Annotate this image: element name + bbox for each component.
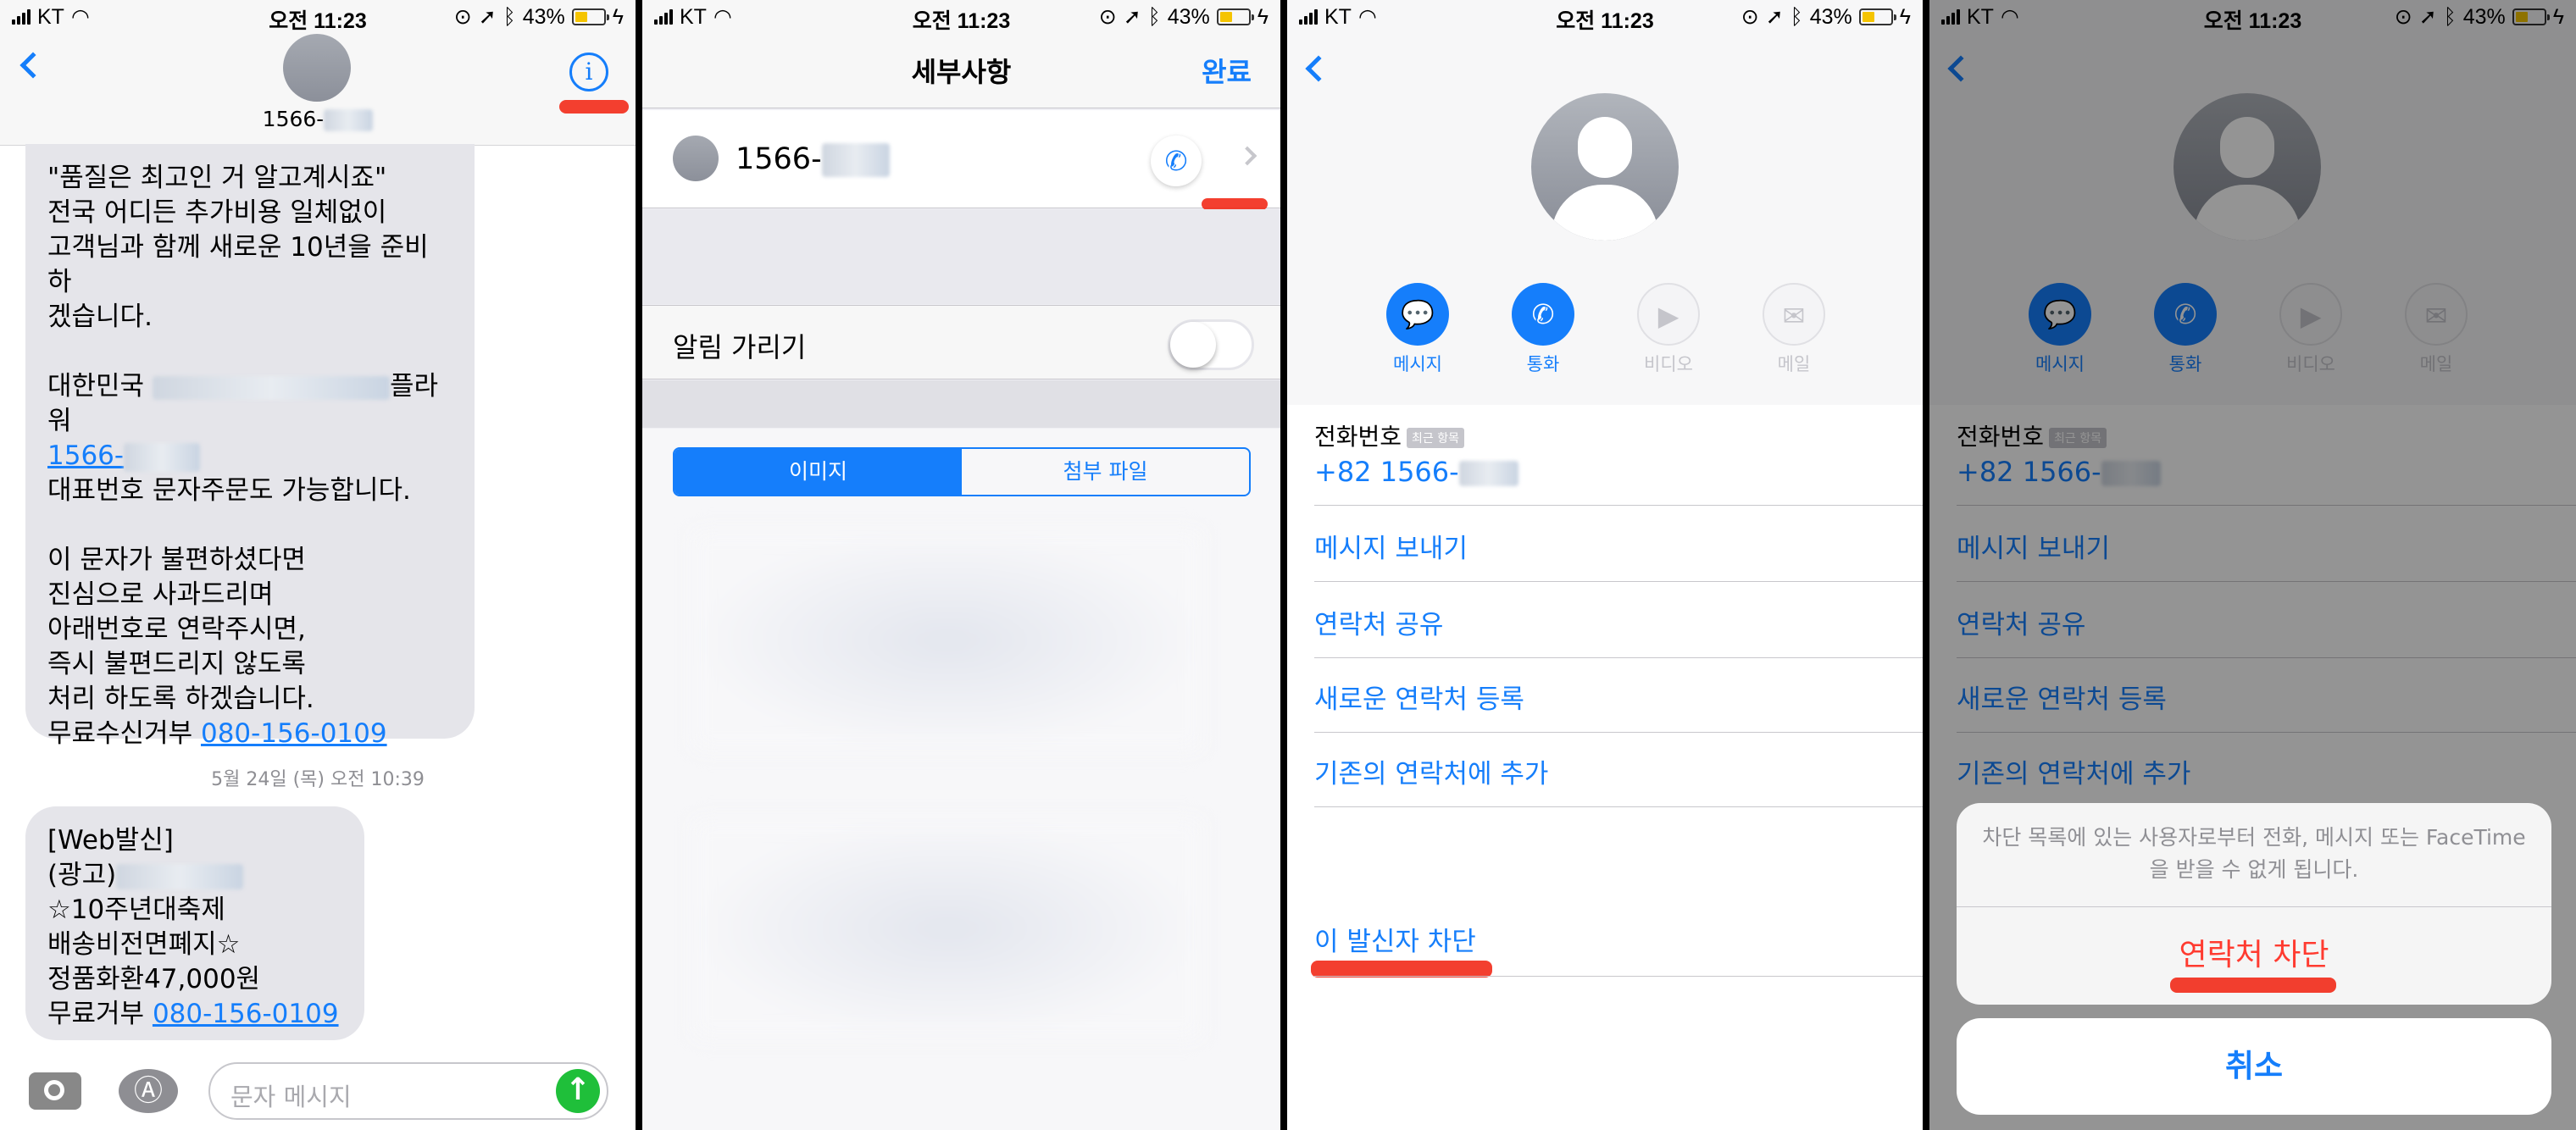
hide-alerts-row: 알림 가리기: [642, 305, 1280, 379]
battery-percent: 43%: [1167, 4, 1210, 29]
contact-header: KT ◠ 오전 11:23 ⊙ ➚ ᛒ 43% ϟ 💬 메시지 ✆ 통화 ▶ 비디오 ✉ 메일: [1287, 0, 1923, 405]
hide-alerts-label: 알림 가리기: [673, 331, 807, 363]
message-bubble: [Web발신] (광고) ☆10주년대축제 배송비전면폐지☆ 정품화환47,00…: [25, 806, 364, 1040]
segment-images[interactable]: 이미지: [675, 449, 962, 495]
contact-row[interactable]: 1566- ✆: [642, 110, 1280, 210]
optout-phone-link[interactable]: 080-156-0109: [201, 718, 387, 749]
segment-attachments[interactable]: 첨부 파일: [962, 449, 1249, 495]
battery-icon: [571, 8, 609, 25]
message-input-bar: Ⓐ 문자 메시지 ↑: [0, 1050, 636, 1130]
block-warning-message: 차단 목록에 있는 사용자로부터 전화, 메시지 또는 FaceTime을 받을…: [1982, 825, 2526, 882]
block-confirmation-screen: KT ◠ 오전 11:23 ⊙ ➚ ᛒ 43% ϟ 💬 메시지 ✆ 통화 ▶ 비디오 ✉ 메일 전…: [1929, 0, 2576, 1130]
bluetooth-icon: ᛒ: [502, 4, 516, 29]
conversation-title[interactable]: 1566-: [0, 107, 636, 131]
contact-avatar[interactable]: [283, 34, 351, 102]
orientation-lock-icon: ⊙: [1740, 5, 1759, 29]
contact-number: 1566-: [736, 142, 822, 176]
message-timestamp: 5월 24일 (목) 오전 10:39: [211, 769, 425, 790]
optout-phone-link[interactable]: 080-156-0109: [153, 999, 339, 1029]
red-annotation-mark: [1202, 198, 1268, 210]
back-chevron-icon[interactable]: [1305, 55, 1332, 82]
battery-icon: [1858, 8, 1896, 25]
contact-avatar: [673, 136, 719, 181]
contact-info-screen: KT ◠ 오전 11:23 ⊙ ➚ ᛒ 43% ϟ 💬 메시지 ✆ 통화 ▶ 비디오 ✉ 메일 전…: [1287, 0, 1923, 1130]
message-bubble: "품질은 최고인 거 알고계시죠" 전국 어디든 추가비용 일체없이 고객님과 …: [25, 144, 475, 749]
details-screen: KT ◠ 오전 11:23 ⊙ ➚ ᛒ 43% ϟ 세부사항 완료 1566- ✆ 알림 …: [642, 0, 1280, 1130]
blurred-image: [693, 530, 1202, 751]
camera-icon[interactable]: [29, 1072, 81, 1110]
message-action[interactable]: 💬 메시지: [1384, 283, 1452, 376]
chevron-right-icon[interactable]: [1237, 146, 1257, 166]
status-bar: KT ◠ 오전 11:23 ⊙ ➚ ᛒ 43% ϟ: [0, 0, 636, 34]
battery-percent: 43%: [522, 4, 565, 29]
block-action-sheet: 차단 목록에 있는 사용자로부터 전화, 메시지 또는 FaceTime을 받을…: [1957, 803, 2551, 1005]
video-action: ▶ 비디오: [1635, 283, 1702, 376]
recent-badge: 최근 항목: [1407, 428, 1465, 448]
message-input[interactable]: 문자 메시지: [208, 1062, 608, 1120]
orientation-lock-icon: ⊙: [453, 5, 472, 29]
done-button[interactable]: 완료: [1202, 51, 1252, 90]
appstore-icon[interactable]: Ⓐ: [119, 1069, 178, 1113]
blurred-image: [693, 818, 1202, 1039]
page-title: 세부사항: [911, 56, 1012, 88]
cancel-button[interactable]: 취소: [1957, 1018, 2551, 1115]
block-contact-button[interactable]: 연락처 차단: [1957, 930, 2551, 974]
attachments-area: 이미지 첨부 파일: [642, 429, 1280, 1130]
mail-icon: ✉: [1763, 283, 1825, 346]
phone-label: 전화번호: [1314, 423, 1402, 451]
conversation-navbar: KT ◠ 오전 11:23 ⊙ ➚ ᛒ 43% ϟ 1566- i: [0, 0, 636, 146]
red-annotation-mark: [559, 100, 629, 114]
send-message-item[interactable]: 메시지 보내기: [1314, 527, 1468, 565]
add-existing-contact-item[interactable]: 기존의 연락처에 추가: [1314, 752, 1548, 790]
red-annotation-mark: [2170, 978, 2336, 993]
battery-percent: 43%: [1809, 4, 1852, 29]
location-icon: ➚: [1123, 5, 1141, 29]
charging-icon: ϟ: [1899, 4, 1911, 29]
messages-conversation-screen: KT ◠ 오전 11:23 ⊙ ➚ ᛒ 43% ϟ 1566- i "품질은 최고인 거 …: [0, 0, 636, 1130]
status-bar: KT ◠ 오전 11:23 ⊙ ➚ ᛒ 43% ϟ: [1287, 0, 1923, 34]
info-icon[interactable]: i: [569, 53, 608, 91]
bluetooth-icon: ᛒ: [1790, 4, 1803, 29]
location-icon: ➚: [478, 5, 497, 29]
bluetooth-icon: ᛒ: [1147, 4, 1161, 29]
video-icon: ▶: [1637, 283, 1700, 346]
contact-avatar: [1531, 93, 1679, 241]
create-contact-item[interactable]: 새로운 연락처 등록: [1314, 678, 1524, 716]
send-arrow-icon[interactable]: ↑: [556, 1069, 600, 1113]
charging-icon: ϟ: [612, 4, 624, 29]
share-contact-item[interactable]: 연락처 공유: [1314, 603, 1443, 641]
call-action[interactable]: ✆ 통화: [1509, 283, 1577, 376]
location-icon: ➚: [1765, 5, 1784, 29]
charging-icon: ϟ: [1257, 4, 1269, 29]
phone-icon[interactable]: ✆: [1151, 136, 1202, 186]
block-caller-button[interactable]: 이 발신자 차단: [1314, 920, 1476, 958]
back-chevron-icon[interactable]: [19, 52, 47, 79]
details-navbar: KT ◠ 오전 11:23 ⊙ ➚ ᛒ 43% ϟ 세부사항 완료: [642, 0, 1280, 108]
hide-alerts-toggle[interactable]: [1168, 319, 1254, 370]
status-bar: KT ◠ 오전 11:23 ⊙ ➚ ᛒ 43% ϟ: [642, 0, 1280, 34]
mail-action: ✉ 메일: [1760, 283, 1828, 376]
orientation-lock-icon: ⊙: [1098, 5, 1117, 29]
battery-icon: [1216, 8, 1254, 25]
phone-number[interactable]: +82 1566-: [1314, 456, 1518, 488]
red-annotation-mark: [1311, 961, 1492, 978]
phone-icon: ✆: [1512, 283, 1574, 346]
attachment-segmented-control[interactable]: 이미지 첨부 파일: [673, 447, 1251, 496]
message-icon: 💬: [1386, 283, 1449, 346]
phone-link[interactable]: 1566-: [47, 440, 124, 471]
